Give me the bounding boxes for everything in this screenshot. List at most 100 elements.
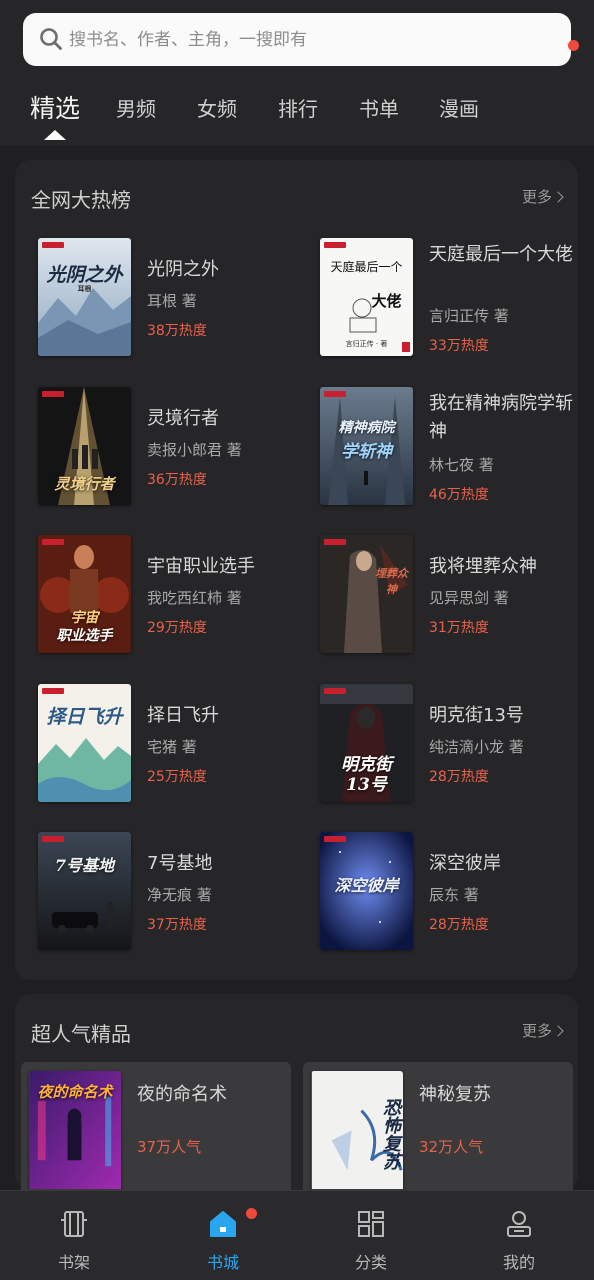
nav-label: 书城: [206, 1253, 239, 1272]
notification-badge: [246, 1208, 257, 1219]
cover-author: 耳根: [77, 284, 92, 293]
more-link[interactable]: 更多: [521, 1020, 564, 1041]
book-author: 耳根 著: [147, 292, 197, 310]
book-title: 择日飞升: [147, 705, 219, 726]
more-link[interactable]: 更多: [522, 186, 564, 207]
book-heat: 25万热度: [147, 769, 207, 785]
book-title: 我将埋葬众神: [429, 556, 537, 577]
book-author: 见异思剑 著: [429, 589, 509, 607]
cover-subtitle: 学斩神: [341, 442, 392, 462]
book-item[interactable]: 7号基地 7号基地 净无痕 著 37万热度: [38, 832, 308, 952]
publisher-badge: [42, 391, 64, 397]
book-popularity: 37万人气: [137, 1138, 202, 1156]
book-heat: 33万热度: [429, 338, 489, 354]
book-title: 明克街13号: [429, 705, 524, 726]
cover-title: 光阴之外: [46, 264, 123, 286]
tab-label: 书单: [359, 97, 399, 121]
book-item[interactable]: 明克街 13号 明克街13号 纯洁滴小龙 著 28万热度: [320, 684, 590, 804]
section-title: 超人气精品: [31, 1022, 131, 1046]
cover-title: 7号基地: [54, 856, 115, 875]
book-item[interactable]: 灵境行者 灵境行者 卖报小郎君 著 36万热度: [38, 387, 308, 507]
book-cover: 精神病院 学斩神: [320, 387, 413, 505]
search-bar[interactable]: [23, 13, 579, 66]
cover-author: 言归正传 · 著: [345, 340, 388, 348]
cover-subtitle: 职业选手: [56, 628, 113, 644]
book-cover: 7号基地: [38, 832, 131, 950]
tab-comics[interactable]: 漫画: [439, 86, 479, 138]
nav-label: 书架: [57, 1253, 90, 1272]
nav-label: 我的: [502, 1253, 535, 1272]
nav-bookstore[interactable]: 书城: [173, 1191, 273, 1280]
book-item[interactable]: 宇宙 职业选手 宇宙职业选手 我吃西红柿 著 29万热度: [38, 535, 308, 655]
category-tabs: 精选 男频 女频 排行 书单 漫画: [0, 86, 594, 140]
search-input[interactable]: [69, 23, 529, 56]
cover-title: 宇宙: [70, 610, 99, 626]
book-cover: 夜的命名术: [29, 1071, 121, 1190]
top-header: 精选 男频 女频 排行 书单 漫画: [0, 0, 594, 146]
book-title: 夜的命名术: [137, 1084, 227, 1105]
more-label: 更多: [521, 1022, 552, 1040]
publisher-badge: [324, 836, 346, 842]
nav-label: 分类: [354, 1253, 387, 1272]
book-item[interactable]: 精神病院 学斩神 我在精神病院学斩神 林七夜 著 46万热度: [320, 387, 590, 507]
nav-profile[interactable]: 我的: [469, 1191, 569, 1280]
book-heat: 28万热度: [429, 769, 489, 785]
book-author: 卖报小郎君 著: [147, 441, 242, 459]
tab-label: 精选: [30, 94, 81, 123]
book-cover: 天庭最后一个 大佬 言归正传 · 著: [320, 238, 413, 356]
tab-featured[interactable]: 精选: [30, 86, 81, 140]
book-heat: 28万热度: [429, 917, 489, 933]
nav-category[interactable]: 分类: [321, 1191, 421, 1280]
book-popularity: 32万人气: [419, 1138, 484, 1156]
search-notification-dot: [568, 40, 579, 51]
book-heat: 36万热度: [147, 472, 207, 488]
publisher-badge: [42, 836, 64, 842]
popular-picks-section: 超人气精品 更多 夜的命名术 夜的命名术 37万人气 恐怖复苏 神秘复苏 32万…: [15, 994, 578, 1190]
book-cover: 光阴之外 耳根: [38, 238, 131, 356]
cover-title: 恐怖复苏: [380, 1098, 401, 1170]
cover-title: 择日飞升: [46, 706, 123, 728]
book-cover: 恐怖复苏: [311, 1071, 403, 1190]
book-author: 宅猪 著: [147, 738, 197, 756]
book-item[interactable]: 天庭最后一个 大佬 言归正传 · 著 天庭最后一个大佬 言归正传 著 33万热度: [320, 238, 590, 358]
book-heat: 46万热度: [429, 487, 489, 503]
publisher-badge: [324, 539, 346, 545]
book-author: 林七夜 著: [429, 456, 494, 474]
publisher-badge: [324, 391, 346, 397]
publisher-badge: [324, 688, 346, 694]
book-cover: 深空彼岸: [320, 832, 413, 950]
book-title: 宇宙职业选手: [147, 556, 255, 577]
popular-book-card[interactable]: 恐怖复苏 神秘复苏 32万人气: [303, 1062, 573, 1190]
book-title: 灵境行者: [147, 408, 219, 429]
category-grid-icon: [358, 1211, 384, 1237]
tab-female[interactable]: 女频: [197, 86, 237, 138]
popular-book-card[interactable]: 夜的命名术 夜的命名术 37万人气: [21, 1062, 291, 1190]
nav-bookshelf[interactable]: 书架: [24, 1191, 124, 1280]
book-item[interactable]: 光阴之外 耳根 光阴之外 耳根 著 38万热度: [38, 238, 308, 358]
active-tab-indicator: [44, 130, 66, 140]
cover-title: 天庭最后一个: [330, 260, 403, 274]
chevron-right-icon: [552, 191, 564, 203]
book-cover: 明克街 13号: [320, 684, 413, 802]
book-title: 天庭最后一个大佬: [429, 244, 573, 265]
bookshelf-icon: [61, 1211, 87, 1237]
cover-title: 夜的命名术: [37, 1083, 113, 1101]
tab-ranking[interactable]: 排行: [278, 86, 318, 138]
book-item[interactable]: 择日飞升 择日飞升 宅猪 著 25万热度: [38, 684, 308, 804]
bookstore-home-icon: [210, 1211, 236, 1237]
book-author: 净无痕 著: [147, 886, 212, 904]
book-title: 深空彼岸: [429, 853, 501, 874]
book-title: 我在精神病院学斩神: [429, 393, 573, 442]
tab-booklist[interactable]: 书单: [359, 86, 399, 138]
book-author: 纯洁滴小龙 著: [429, 738, 524, 756]
book-cover: 择日飞升: [38, 684, 131, 802]
chevron-right-icon: [552, 1025, 564, 1037]
book-cover: 灵境行者: [38, 387, 131, 505]
tab-male[interactable]: 男频: [116, 86, 156, 138]
cover-title: 灵境行者: [54, 475, 115, 493]
publisher-badge: [42, 242, 64, 248]
bottom-nav: 书架 书城 分类 我的: [0, 1190, 594, 1280]
book-item[interactable]: 埋葬众神 我将埋葬众神 见异思剑 著 31万热度: [320, 535, 590, 655]
book-item[interactable]: 深空彼岸 深空彼岸 辰东 著 28万热度: [320, 832, 590, 952]
cover-subtitle: 13号: [346, 775, 387, 795]
